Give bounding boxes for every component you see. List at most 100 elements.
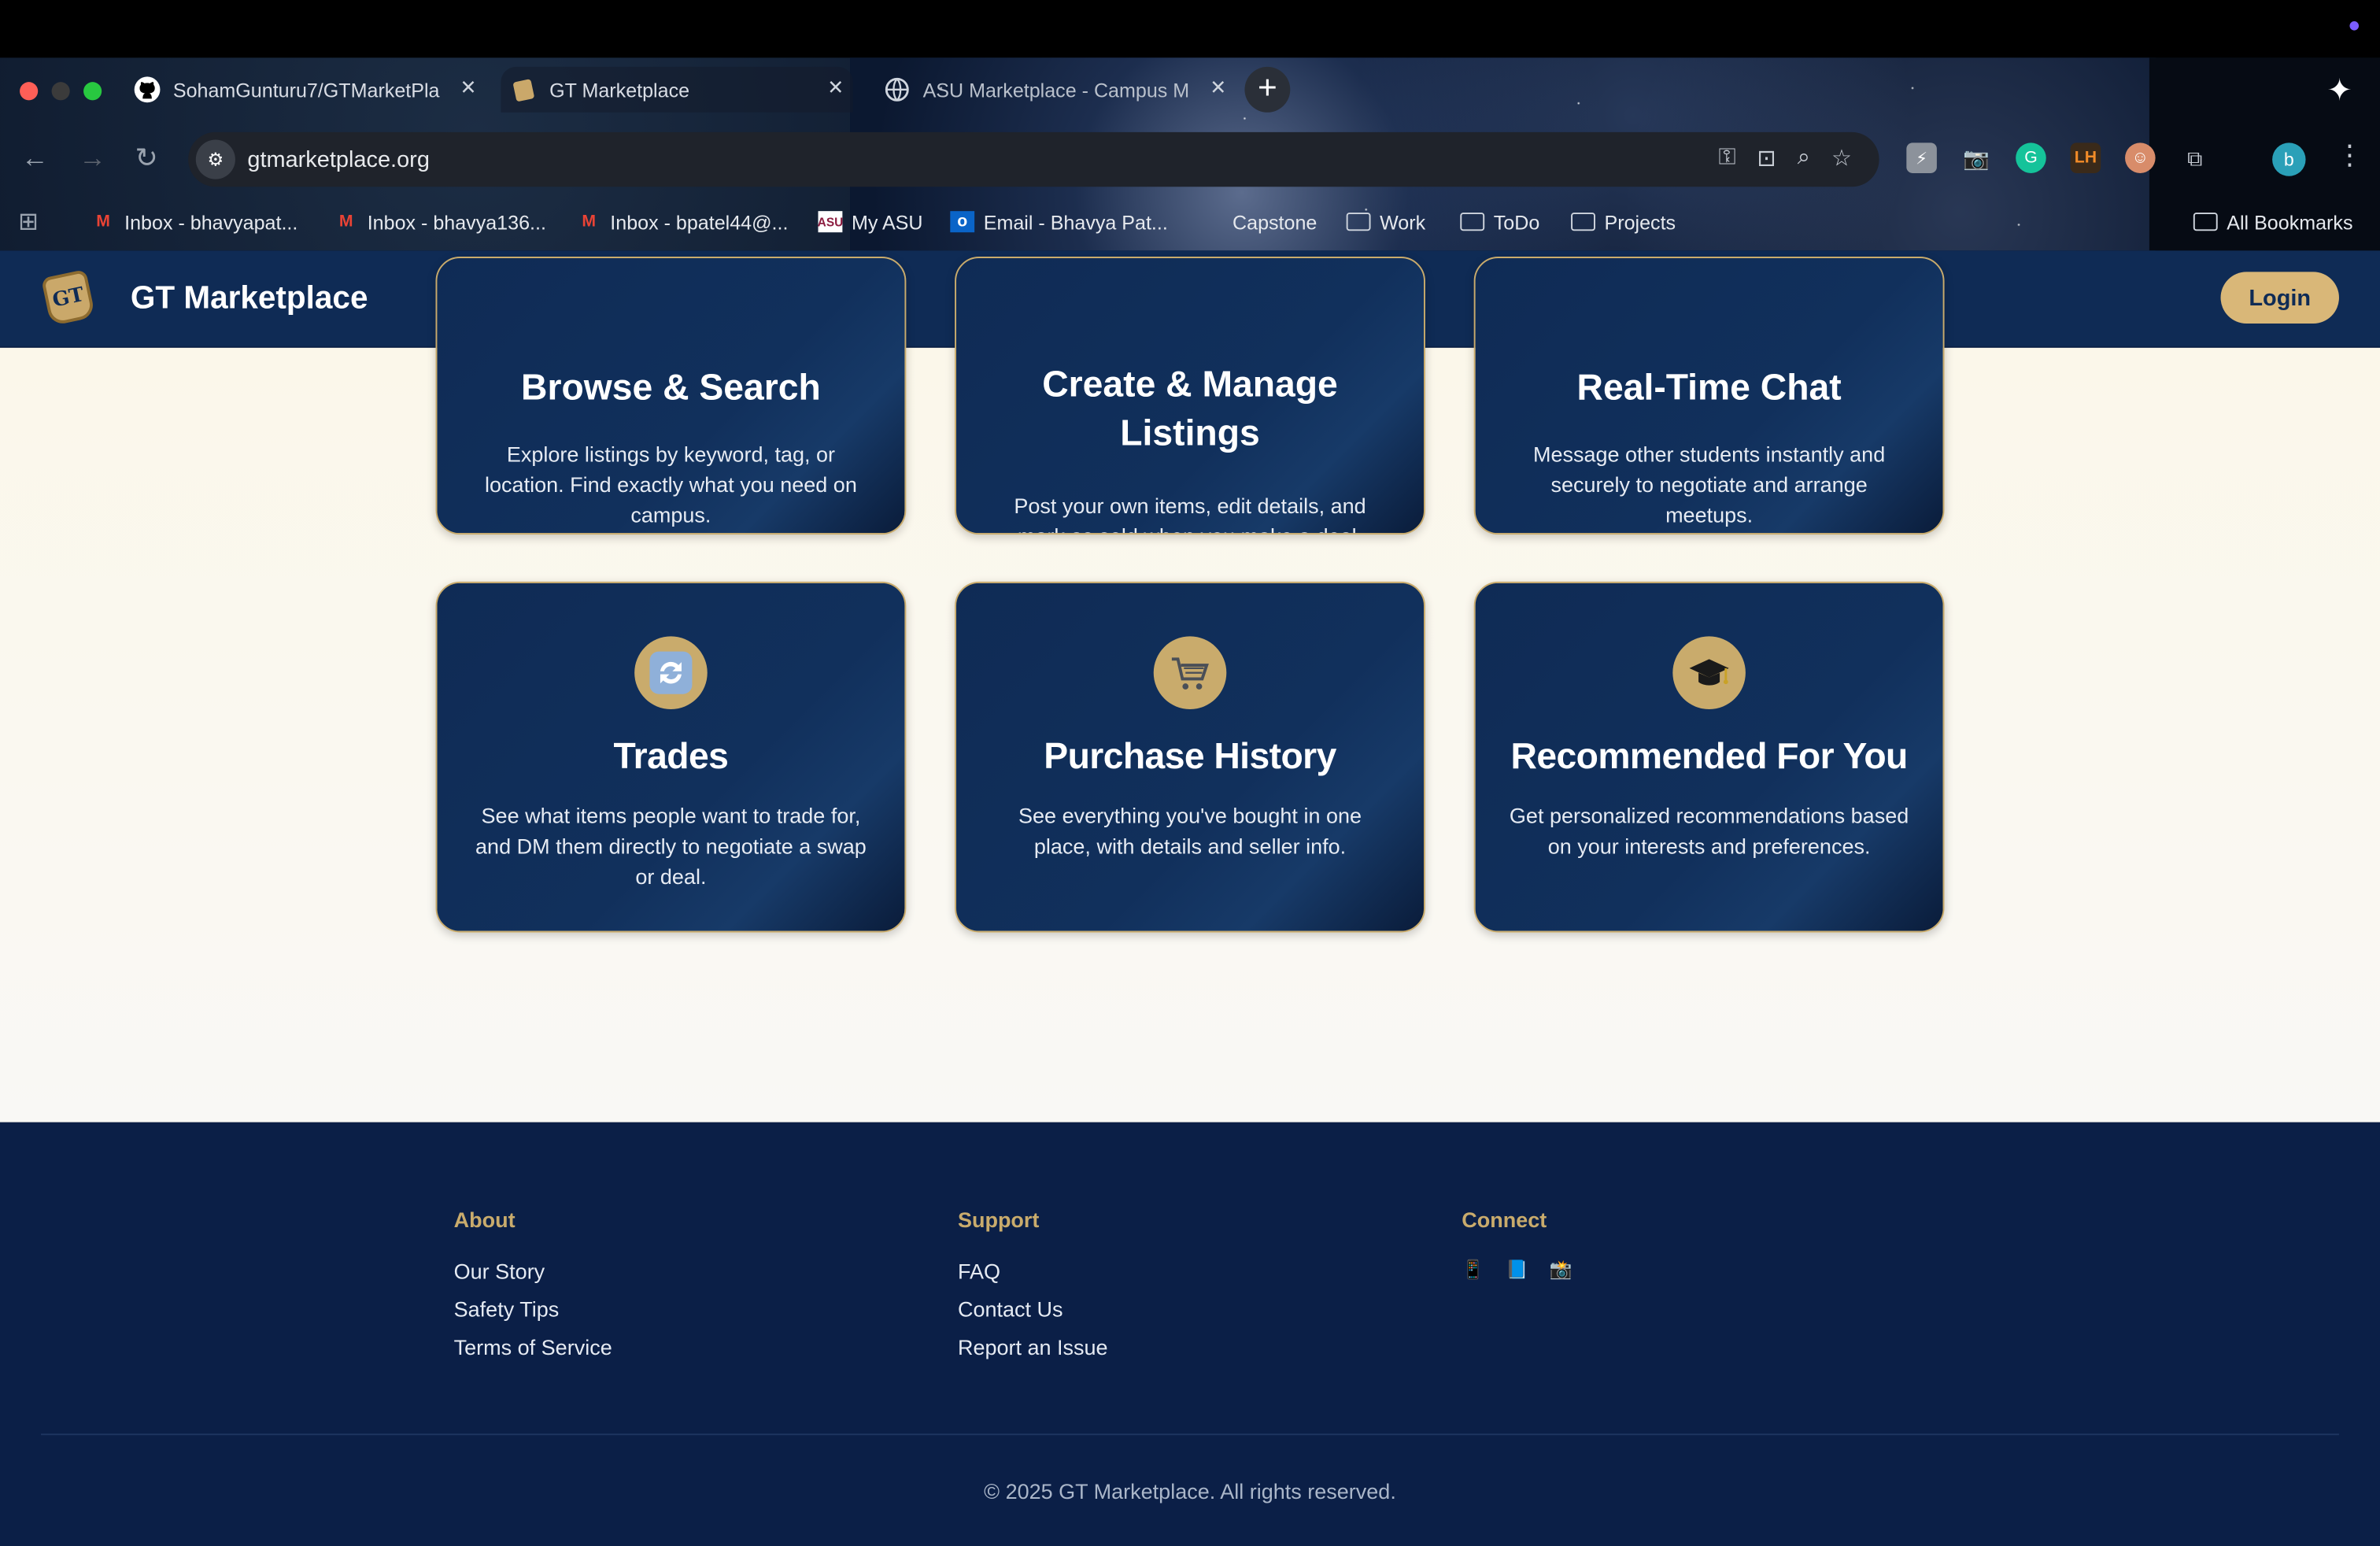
avatar-extension-icon[interactable]: ☺ xyxy=(2125,142,2156,173)
footer-divider xyxy=(41,1433,2339,1436)
footer-link-our-story[interactable]: Our Story xyxy=(454,1259,612,1283)
footer-heading: About xyxy=(453,1207,516,1232)
gmail-icon: M xyxy=(96,213,110,231)
password-key-icon[interactable]: ⚿ xyxy=(1718,144,1735,172)
bookmark-projects[interactable]: Projects xyxy=(1571,202,1676,242)
site-settings-icon[interactable]: ⚙ xyxy=(195,139,235,179)
refresh-icon xyxy=(634,636,708,709)
bookmark-work[interactable]: Work xyxy=(1346,202,1425,242)
tab-gt-marketplace[interactable]: GT Marketplace ✕ xyxy=(501,66,853,113)
feature-card-listings: Create & Manage Listings Post your own i… xyxy=(955,257,1425,535)
feature-card-recommended: Recommended For You Get personalized rec… xyxy=(1473,581,1945,933)
footer-about: About Our Story Safety Tips Terms of Ser… xyxy=(454,1208,612,1373)
gt-logo-icon xyxy=(510,76,538,103)
menu-bar xyxy=(0,0,2380,58)
back-icon[interactable]: ← xyxy=(21,142,49,175)
reload-icon[interactable]: ↻ xyxy=(135,142,158,175)
footer-link-terms[interactable]: Terms of Service xyxy=(454,1335,612,1359)
bookmark-inbox-2[interactable]: M Inbox - bhavya136... xyxy=(334,202,546,242)
folder-icon xyxy=(1460,213,1485,231)
profile-avatar[interactable]: b xyxy=(2272,142,2306,176)
footer-link-faq[interactable]: FAQ xyxy=(958,1259,1108,1283)
globe-icon xyxy=(883,76,911,103)
extensions-bar: ⚡ 📷 G LH ☺ ⧉ xyxy=(1906,142,2210,173)
asu-icon: ASU xyxy=(818,211,843,233)
maximize-window-button[interactable] xyxy=(83,82,102,101)
graduation-cap-icon xyxy=(1672,636,1746,709)
login-button[interactable]: Login xyxy=(2220,272,2339,324)
feature-card-chat: Real-Time Chat Message other students in… xyxy=(1473,257,1945,535)
feature-title: Recommended For You xyxy=(1510,736,1908,778)
feature-description: Get personalized recommendations based o… xyxy=(1509,803,1909,859)
feature-title: Real-Time Chat xyxy=(1576,367,1842,409)
bookmark-inbox-3[interactable]: M Inbox - bpatel44@... xyxy=(577,202,788,242)
feature-title-line1: Create & Manage xyxy=(1042,364,1338,406)
gmail-icon: M xyxy=(582,213,597,231)
tab-asu-marketplace[interactable]: ASU Marketplace - Campus M ✕ xyxy=(883,67,1226,113)
camera-icon[interactable]: 📸 xyxy=(1550,1259,1572,1280)
install-app-icon[interactable]: ⊡ xyxy=(1757,144,1776,172)
outlook-icon: o xyxy=(950,211,975,233)
shopping-cart-icon xyxy=(1153,636,1227,709)
github-icon xyxy=(134,76,161,103)
gt-logo[interactable]: GT xyxy=(41,268,96,327)
forward-icon[interactable]: → xyxy=(79,142,106,175)
bookmarks-bar: ⊞ M Inbox - bhavyapat... M Inbox - bhavya1… xyxy=(0,202,2380,242)
footer-link-safety-tips[interactable]: Safety Tips xyxy=(454,1297,612,1322)
grammarly-icon[interactable]: G xyxy=(2016,142,2046,173)
lh-extension-icon[interactable]: LH xyxy=(2070,142,2101,173)
bookmark-inbox-1[interactable]: M Inbox - bhavyapat... xyxy=(91,202,298,242)
apps-grid-icon[interactable]: ⊞ xyxy=(18,202,39,242)
bookmark-my-asu[interactable]: ASU My ASU xyxy=(818,202,923,242)
feature-title: Trades xyxy=(613,736,729,778)
footer-link-report[interactable]: Report an Issue xyxy=(958,1335,1108,1359)
close-window-button[interactable] xyxy=(20,82,39,101)
folder-icon xyxy=(2193,213,2218,231)
camera-extension-icon[interactable]: 📷 xyxy=(1961,142,1992,173)
footer-heading: Support xyxy=(957,1207,1040,1232)
minimize-window-button[interactable] xyxy=(51,82,70,101)
copyright-text: © 2025 GT Marketplace. All rights reserv… xyxy=(984,1479,1396,1504)
site-name[interactable]: GT Marketplace xyxy=(131,281,368,317)
feature-card-purchase-history: Purchase History See everything you've b… xyxy=(955,581,1425,933)
folder-icon xyxy=(1346,213,1371,231)
feature-title: Browse & Search xyxy=(521,367,821,409)
site-footer: About Our Story Safety Tips Terms of Ser… xyxy=(0,1122,2380,1546)
features-section: Browse & Search Explore listings by keyw… xyxy=(0,257,2380,1123)
feature-title-line2: Listings xyxy=(1120,412,1260,454)
puzzle-icon[interactable]: ⧉ xyxy=(2179,142,2210,173)
book-icon[interactable]: 📘 xyxy=(1506,1259,1528,1280)
feature-card-trades: Trades See what items people want to tra… xyxy=(435,581,907,933)
address-bar[interactable]: ⚙ gtmarketplace.org ⚿ ⊡ ⌕ ☆ xyxy=(188,131,1879,187)
footer-support: Support FAQ Contact Us Report an Issue xyxy=(958,1208,1108,1373)
close-tab-icon[interactable]: ✕ xyxy=(827,76,844,100)
tab-title: GT Marketplace xyxy=(549,78,690,102)
tab-title: SohamGunturu7/GTMarketPla xyxy=(172,78,440,102)
bookmark-capstone[interactable]: Capstone xyxy=(1232,202,1317,242)
close-tab-icon[interactable]: ✕ xyxy=(460,76,477,100)
feature-description: Message other students instantly and sec… xyxy=(1532,442,1886,527)
new-tab-button[interactable]: + xyxy=(1244,66,1291,113)
social-links: 📱 📘 📸 xyxy=(1462,1259,1572,1280)
tab-title: ASU Marketplace - Campus M xyxy=(922,78,1190,102)
feature-card-browse: Browse & Search Explore listings by keyw… xyxy=(435,257,907,535)
menu-kebab-icon[interactable]: ⋮ xyxy=(2336,139,2363,172)
folder-icon xyxy=(1571,213,1595,231)
feature-description: Explore listings by keyword, tag, or loc… xyxy=(485,442,857,527)
phone-icon[interactable]: 📱 xyxy=(1462,1259,1484,1280)
bookmark-star-icon[interactable]: ☆ xyxy=(1831,144,1852,172)
feature-title: Purchase History xyxy=(1044,736,1336,778)
footer-connect: Connect 📱 📘 📸 xyxy=(1462,1208,1572,1281)
bookmark-email[interactable]: o Email - Bhavya Pat... xyxy=(950,202,1168,242)
zoom-icon[interactable]: ⌕ xyxy=(1798,144,1810,172)
extension-icon[interactable]: ⚡ xyxy=(1906,142,1937,173)
status-dot xyxy=(2349,21,2360,31)
close-tab-icon[interactable]: ✕ xyxy=(1210,76,1226,100)
feature-description: See everything you've bought in one plac… xyxy=(1018,803,1362,859)
bookmark-todo[interactable]: ToDo xyxy=(1460,202,1539,242)
gemini-icon[interactable]: ✦ xyxy=(2327,72,2352,109)
all-bookmarks[interactable]: All Bookmarks xyxy=(2193,202,2352,242)
screen: SohamGunturu7/GTMarketPla ✕ GT Marketpla… xyxy=(0,0,2380,1546)
footer-link-contact[interactable]: Contact Us xyxy=(958,1297,1108,1322)
tab-github[interactable]: SohamGunturu7/GTMarketPla ✕ xyxy=(134,67,477,113)
